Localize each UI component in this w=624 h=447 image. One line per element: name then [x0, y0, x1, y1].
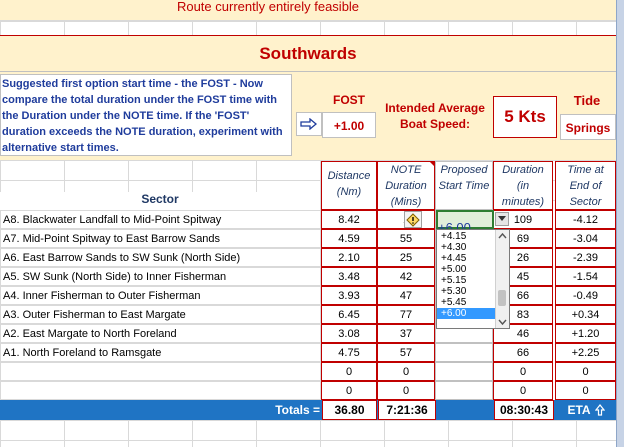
totals-distance: 36.80 — [322, 400, 377, 420]
totals-label: Totals = — [275, 403, 320, 417]
table-row: A4. Inner Fisherman to Outer Fisherman 3.… — [0, 286, 616, 305]
note-duration-cell[interactable]: 37 — [377, 324, 435, 343]
fost-label: FOST — [333, 93, 365, 107]
sector-cell: A2. East Margate to North Foreland — [0, 324, 321, 343]
dropdown-scrollbar[interactable] — [495, 230, 509, 328]
sector-cell: A7. Mid-Point Spitway to East Barrow San… — [0, 229, 321, 248]
scroll-up-icon[interactable] — [496, 230, 509, 242]
note-duration-cell[interactable]: 55 — [377, 229, 435, 248]
dropdown-option[interactable]: +4.15 — [437, 231, 497, 242]
sector-cell: A3. Outer Fisherman to East Margate — [0, 305, 321, 324]
sector-cell: A8. Blackwater Landfall to Mid-Point Spi… — [0, 210, 321, 229]
note-warning-icon[interactable] — [404, 211, 422, 228]
totals-duration: 08:30:43 — [494, 400, 554, 420]
eta-button[interactable]: ETA — [556, 400, 616, 420]
sector-cell: A5. SW Sunk (North Side) to Inner Fisher… — [0, 267, 321, 286]
column-header-sector: Sector — [0, 192, 320, 210]
time-end-cell: -1.54 — [555, 267, 616, 286]
sector-cell: A1. North Foreland to Ramsgate — [0, 343, 321, 362]
totals-note: 7:21:36 — [378, 400, 436, 420]
dropdown-list[interactable]: +4.15 +4.30 +4.45 +5.00 +5.15 +5.30 +5.45 +6.00 — [436, 229, 510, 329]
direction-title: Southwards — [259, 44, 357, 63]
table-row: 0000 — [0, 381, 616, 400]
column-header-proposed-start: Proposed Start Time — [435, 161, 493, 210]
tide-label: Tide — [573, 93, 601, 108]
sector-cell: A4. Inner Fisherman to Outer Fisherman — [0, 286, 321, 305]
time-end-cell: +0.34 — [555, 305, 616, 324]
sector-cell — [0, 362, 321, 381]
sheet-grid-band — [0, 21, 616, 35]
sector-table: A8. Blackwater Landfall to Mid-Point Spi… — [0, 210, 616, 400]
distance-cell: 4.75 — [321, 343, 377, 362]
duration-cell: 0 — [493, 381, 553, 400]
note-duration-cell[interactable]: 0 — [377, 362, 435, 381]
note-duration-cell[interactable]: 0 — [377, 381, 435, 400]
table-row: A1. North Foreland to Ramsgate 4.75 57 66 +2… — [0, 343, 616, 362]
distance-cell: 4.59 — [321, 229, 377, 248]
dropdown-option[interactable]: +5.30 — [437, 286, 497, 297]
dropdown-option[interactable]: +5.00 — [437, 264, 497, 275]
time-end-cell: +1.20 — [555, 324, 616, 343]
time-end-cell: -0.49 — [555, 286, 616, 305]
sheet-grid-bottom — [0, 420, 616, 447]
window-right-edge — [616, 0, 624, 447]
table-row: A6. East Barrow Sands to SW Sunk (North … — [0, 248, 616, 267]
instructions-text: Suggested first option start time - the … — [2, 78, 283, 154]
sector-cell — [0, 381, 321, 400]
duration-cell: 0 — [493, 362, 553, 381]
column-header-time-end: Time at End of Sector — [555, 161, 616, 210]
scroll-thumb[interactable] — [498, 290, 506, 306]
column-header-note-duration: NOTE Duration (Mins) — [377, 161, 435, 210]
table-row: 0000 — [0, 362, 616, 381]
note-duration-cell[interactable]: 57 — [377, 343, 435, 362]
up-arrow-icon — [594, 404, 605, 416]
dropdown-option[interactable]: +6.00 — [437, 308, 497, 319]
time-end-cell: -3.04 — [555, 229, 616, 248]
chevron-down-icon — [498, 216, 506, 221]
boat-speed-label: Intended Average Boat Speed: — [385, 101, 485, 131]
right-arrow-icon — [296, 112, 322, 136]
note-duration-cell[interactable]: 47 — [377, 286, 435, 305]
proposed-start-cell-empty[interactable] — [435, 343, 493, 362]
time-end-cell: +2.25 — [555, 343, 616, 362]
fost-value[interactable]: +1.00 — [322, 112, 376, 138]
sector-cell: A6. East Barrow Sands to SW Sunk (North … — [0, 248, 321, 267]
dropdown-option[interactable]: +5.15 — [437, 275, 497, 286]
note-duration-cell[interactable]: 77 — [377, 305, 435, 324]
distance-cell: 3.08 — [321, 324, 377, 343]
note-duration-cell[interactable]: 25 — [377, 248, 435, 267]
table-row: A2. East Margate to North Foreland 3.08 37… — [0, 324, 616, 343]
distance-cell: 3.93 — [321, 286, 377, 305]
column-header-distance: Distance (Nm) — [321, 161, 377, 210]
table-row: A7. Mid-Point Spitway to East Barrow San… — [0, 229, 616, 248]
time-end-cell: -2.39 — [555, 248, 616, 267]
distance-cell: 0 — [321, 362, 377, 381]
status-text: Route currently entirely feasible — [176, 0, 360, 14]
distance-cell: 0 — [321, 381, 377, 400]
distance-cell: 2.10 — [321, 248, 377, 267]
time-end-cell: 0 — [555, 362, 616, 381]
time-end-cell: 0 — [555, 381, 616, 400]
dropdown-toggle-button[interactable] — [495, 212, 509, 226]
proposed-start-cell-empty[interactable] — [435, 362, 493, 381]
duration-cell: 66 — [493, 343, 553, 362]
boat-speed-value[interactable]: 5 Kts — [493, 96, 557, 138]
distance-cell: 6.45 — [321, 305, 377, 324]
scroll-down-icon[interactable] — [496, 316, 509, 328]
distance-cell: 8.42 — [321, 210, 377, 229]
dropdown-option[interactable]: +4.30 — [437, 242, 497, 253]
column-header-duration: Duration (in minutes) — [493, 161, 553, 210]
table-row: A3. Outer Fisherman to East Margate 6.45 7… — [0, 305, 616, 324]
distance-cell: 3.48 — [321, 267, 377, 286]
note-duration-cell[interactable]: 42 — [377, 267, 435, 286]
eta-label: ETA — [567, 403, 591, 417]
dropdown-option[interactable]: +4.45 — [437, 253, 497, 264]
proposed-start-cell-empty[interactable] — [435, 381, 493, 400]
time-end-cell: -4.12 — [555, 210, 616, 229]
table-row: A5. SW Sunk (North Side) to Inner Fisher… — [0, 267, 616, 286]
dropdown-option[interactable]: +5.45 — [437, 297, 497, 308]
tide-value[interactable]: Springs — [560, 114, 616, 140]
table-row: A8. Blackwater Landfall to Mid-Point Spi… — [0, 210, 616, 229]
